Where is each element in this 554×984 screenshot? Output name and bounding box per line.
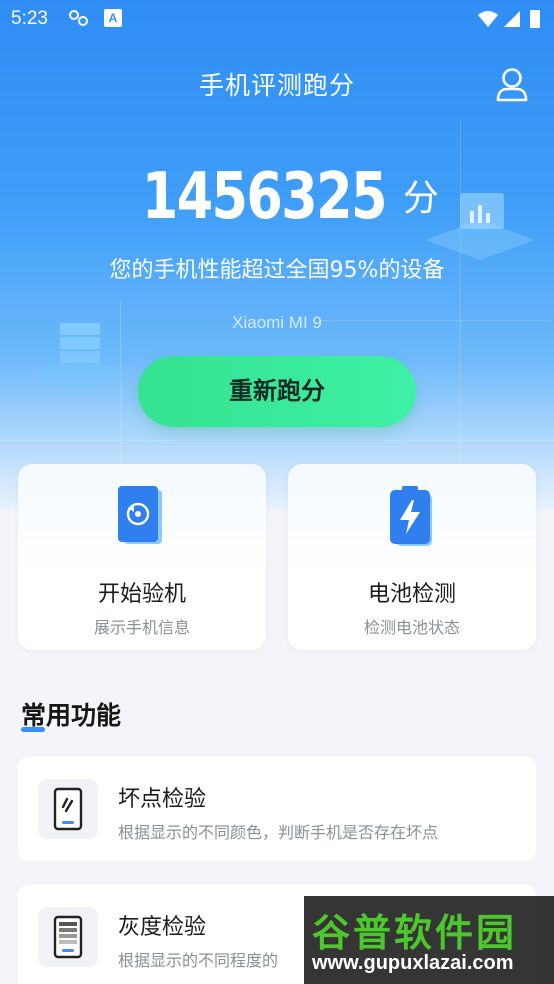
signal-battery-icons (478, 10, 540, 28)
section-title: 常用功能 (21, 701, 122, 730)
function-description: 根据显示的不同颜色，判断手机是否存在坏点 (118, 823, 439, 842)
notification-icon (69, 10, 88, 26)
rescore-button[interactable]: 重新跑分 (138, 356, 416, 427)
status-time: 5:23 (11, 8, 48, 29)
score-display: 1456325 分 (0, 160, 554, 234)
dead-pixel-icon (38, 779, 98, 839)
site-watermark: 谷普软件园 www.gupuxlazai.com (304, 896, 554, 984)
app-notification-icon: A (104, 9, 122, 27)
battery-charge-icon (390, 486, 432, 546)
function-title: 灰度检验 (118, 915, 207, 940)
page-title: 手机评测跑分 (198, 71, 355, 100)
grayscale-icon (38, 907, 98, 967)
function-title: 坏点检验 (118, 787, 207, 812)
card-title: 电池检测 (367, 582, 456, 607)
card-title: 开始验机 (97, 582, 186, 607)
card-subtitle: 展示手机信息 (93, 618, 190, 637)
user-profile-icon[interactable] (494, 66, 530, 104)
status-bar: 5:23 A (0, 0, 554, 40)
watermark-url: www.gupuxlazai.com (312, 952, 514, 974)
card-subtitle: 检测电池状态 (363, 618, 460, 637)
score-description: 您的手机性能超过全国95%的设备 (109, 258, 445, 283)
battery-check-card[interactable]: 电池检测 检测电池状态 (288, 464, 536, 650)
function-description: 根据显示的不同程度的 (118, 951, 279, 970)
dead-pixel-test-item[interactable]: 坏点检验 根据显示的不同颜色，判断手机是否存在坏点 (18, 757, 536, 861)
device-model: Xiaomi MI 9 (232, 313, 322, 332)
start-inspection-card[interactable]: 开始验机 展示手机信息 (18, 464, 266, 650)
watermark-logo: 谷普软件园 (312, 911, 518, 955)
rotate-phone-icon (118, 486, 162, 544)
score-unit: 分 (402, 178, 439, 219)
score-value: 1456325 (141, 160, 388, 234)
